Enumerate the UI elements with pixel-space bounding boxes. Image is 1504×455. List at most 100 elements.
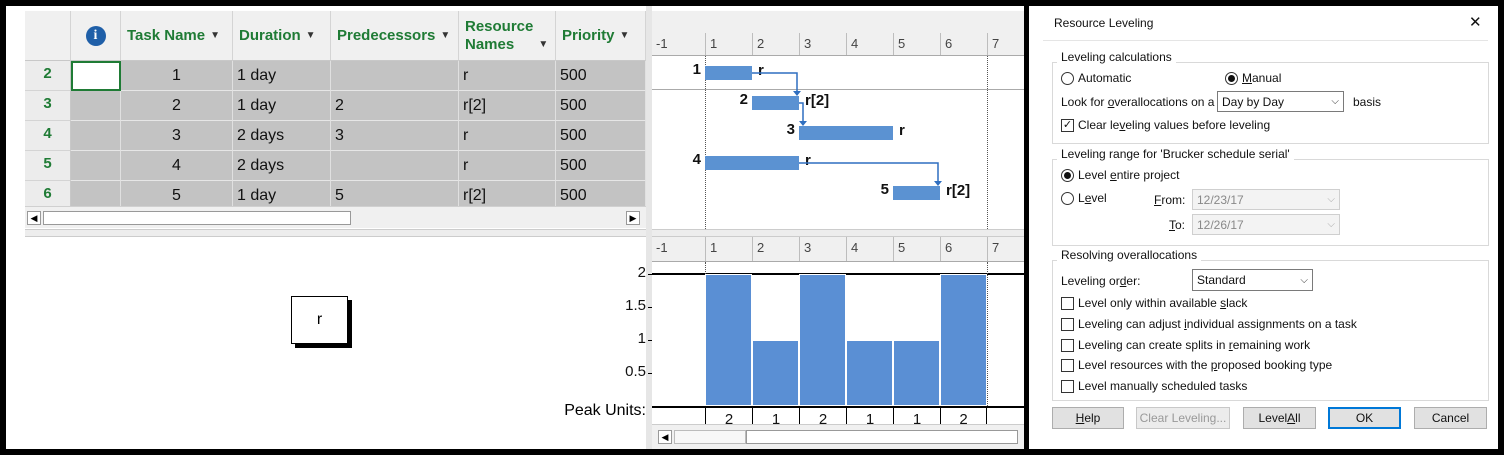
checkbox-icon[interactable]	[1061, 379, 1074, 393]
select-all-corner[interactable]	[25, 11, 71, 61]
dropdown-arrow-icon[interactable]: ▼	[210, 30, 220, 41]
dialog-title: Resource Leveling	[1054, 16, 1154, 30]
checkbox-icon[interactable]	[1061, 358, 1074, 372]
table-scrollbar[interactable]: ◀ ▶	[25, 206, 646, 228]
task-name-header[interactable]: Task Name ▼	[121, 11, 233, 61]
cell-prio[interactable]: 500	[556, 91, 646, 121]
create-splits-checkbox[interactable]: Leveling can create splits in remaining …	[1061, 338, 1310, 352]
radio-icon[interactable]	[1061, 191, 1074, 205]
cell-res[interactable]: r[2]	[459, 91, 556, 121]
close-icon[interactable]: ✕	[1469, 13, 1482, 31]
cell-duration[interactable]: 2 days	[233, 151, 331, 181]
level-range-radio[interactable]: Level	[1061, 191, 1107, 205]
clear-leveling-checkbox[interactable]: ✓ Clear leveling values before leveling	[1061, 118, 1270, 132]
histogram-timescale[interactable]: -1 1 2 3 4 5 6 7	[652, 237, 1024, 262]
cell-pred[interactable]: 3	[331, 121, 459, 151]
title-divider	[1043, 40, 1488, 41]
view-splitter-horizontal-right[interactable]	[652, 229, 1024, 237]
automatic-radio[interactable]: Automatic	[1061, 71, 1131, 85]
level-all-button[interactable]: Level All	[1243, 407, 1316, 429]
dialog-title-bar[interactable]: Resource Leveling ✕	[1029, 6, 1498, 40]
radio-icon[interactable]	[1061, 71, 1074, 85]
cell-pred[interactable]	[331, 151, 459, 181]
scroll-left-icon[interactable]: ◀	[658, 430, 672, 444]
cell-duration[interactable]: 1 day	[233, 91, 331, 121]
manually-scheduled-checkbox[interactable]: Level manually scheduled tasks	[1061, 379, 1247, 393]
checkbox-icon[interactable]	[1061, 317, 1074, 331]
timescale-tick-label: 6	[940, 33, 987, 55]
level-entire-project-radio[interactable]: Level entire project	[1061, 168, 1179, 182]
clear-leveling-button[interactable]: Clear Leveling...	[1136, 407, 1230, 429]
arrowhead-icon	[934, 181, 942, 186]
cell-prio[interactable]: 500	[556, 121, 646, 151]
cell-res[interactable]: r	[459, 151, 556, 181]
manual-radio[interactable]: Manual	[1225, 71, 1281, 85]
cell-task[interactable]: 1	[121, 61, 233, 91]
leveling-order-select[interactable]: Standard ⌵	[1192, 269, 1313, 291]
resource-name-label: r	[316, 311, 323, 328]
dropdown-arrow-icon[interactable]: ▼	[538, 36, 548, 54]
checkbox-icon[interactable]	[1061, 296, 1074, 310]
cell-task[interactable]: 3	[121, 121, 233, 151]
checkbox-icon[interactable]	[1061, 338, 1074, 352]
cell-indicator[interactable]	[71, 91, 121, 121]
radio-selected-icon[interactable]	[1225, 71, 1238, 85]
adjust-assignments-checkbox[interactable]: Leveling can adjust individual assignmen…	[1061, 317, 1357, 331]
resource-histogram[interactable]: 212112	[652, 262, 1024, 430]
dropdown-arrow-icon[interactable]: ▼	[306, 30, 316, 41]
basis-select[interactable]: Day by Day ⌵	[1217, 91, 1344, 112]
scroll-left-icon[interactable]: ◀	[27, 211, 41, 225]
histogram-bar[interactable]	[705, 274, 752, 406]
gantt-chart[interactable]: 1 r 2 r[2] 3 r 4 r 5 r[2]	[652, 56, 1024, 229]
row-id[interactable]: 4	[25, 121, 71, 151]
cancel-button[interactable]: Cancel	[1414, 407, 1487, 429]
scroll-track[interactable]	[674, 430, 746, 444]
histogram-bar[interactable]	[846, 340, 893, 406]
radio-selected-icon[interactable]	[1061, 168, 1074, 182]
row-id[interactable]: 3	[25, 91, 71, 121]
scroll-thumb[interactable]	[43, 211, 351, 225]
indicators-header[interactable]: i	[71, 11, 121, 61]
priority-header[interactable]: Priority ▼	[556, 11, 646, 61]
histogram-bar[interactable]	[940, 274, 987, 406]
to-date-select[interactable]: 12/26/17 ⌵	[1192, 214, 1340, 235]
cell-duration[interactable]: 2 days	[233, 121, 331, 151]
from-date-select[interactable]: 12/23/17 ⌵	[1192, 189, 1340, 210]
duration-header[interactable]: Duration ▼	[233, 11, 331, 61]
scroll-thumb[interactable]	[746, 430, 1018, 444]
cell-pred[interactable]: 2	[331, 91, 459, 121]
histogram-bar[interactable]	[799, 274, 846, 406]
level-within-slack-checkbox[interactable]: Level only within available slack	[1061, 296, 1247, 310]
cell-res[interactable]: r	[459, 121, 556, 151]
cell-task[interactable]: 4	[121, 151, 233, 181]
histogram-bar[interactable]	[752, 340, 799, 406]
cell-indicator[interactable]	[71, 61, 121, 91]
proposed-booking-checkbox[interactable]: Level resources with the proposed bookin…	[1061, 358, 1332, 372]
cell-duration[interactable]: 1 day	[233, 61, 331, 91]
cell-indicator[interactable]	[71, 151, 121, 181]
cell-prio[interactable]: 500	[556, 61, 646, 91]
timescale-tick-label: 3	[799, 33, 846, 55]
resource-names-header-label: Resource Names	[465, 18, 533, 54]
histogram-scrollbar[interactable]: ◀	[652, 424, 1024, 449]
cell-res[interactable]: r	[459, 61, 556, 91]
help-button[interactable]: Help	[1052, 407, 1124, 429]
row-id[interactable]: 5	[25, 151, 71, 181]
dropdown-arrow-icon[interactable]: ▼	[440, 30, 450, 41]
cell-prio[interactable]: 500	[556, 151, 646, 181]
cell-pred[interactable]	[331, 61, 459, 91]
checkbox-checked-icon[interactable]: ✓	[1061, 118, 1074, 132]
gantt-timescale[interactable]: -1 1 2 3 4 5 6 7	[652, 33, 1024, 56]
timescale-tick-label: -1	[652, 237, 699, 261]
cell-indicator[interactable]	[71, 121, 121, 151]
row-id[interactable]: 2	[25, 61, 71, 91]
resource-names-header[interactable]: Resource Names ▼	[459, 11, 556, 61]
cell-task[interactable]: 2	[121, 91, 233, 121]
scroll-right-icon[interactable]: ▶	[626, 211, 640, 225]
predecessors-header[interactable]: Predecessors ▼	[331, 11, 459, 61]
histogram-bar[interactable]	[893, 340, 940, 406]
ok-button[interactable]: OK	[1328, 407, 1401, 429]
timescale-tick-label: 7	[987, 33, 1024, 55]
view-splitter-horizontal[interactable]	[25, 229, 646, 237]
dropdown-arrow-icon[interactable]: ▼	[620, 30, 630, 41]
